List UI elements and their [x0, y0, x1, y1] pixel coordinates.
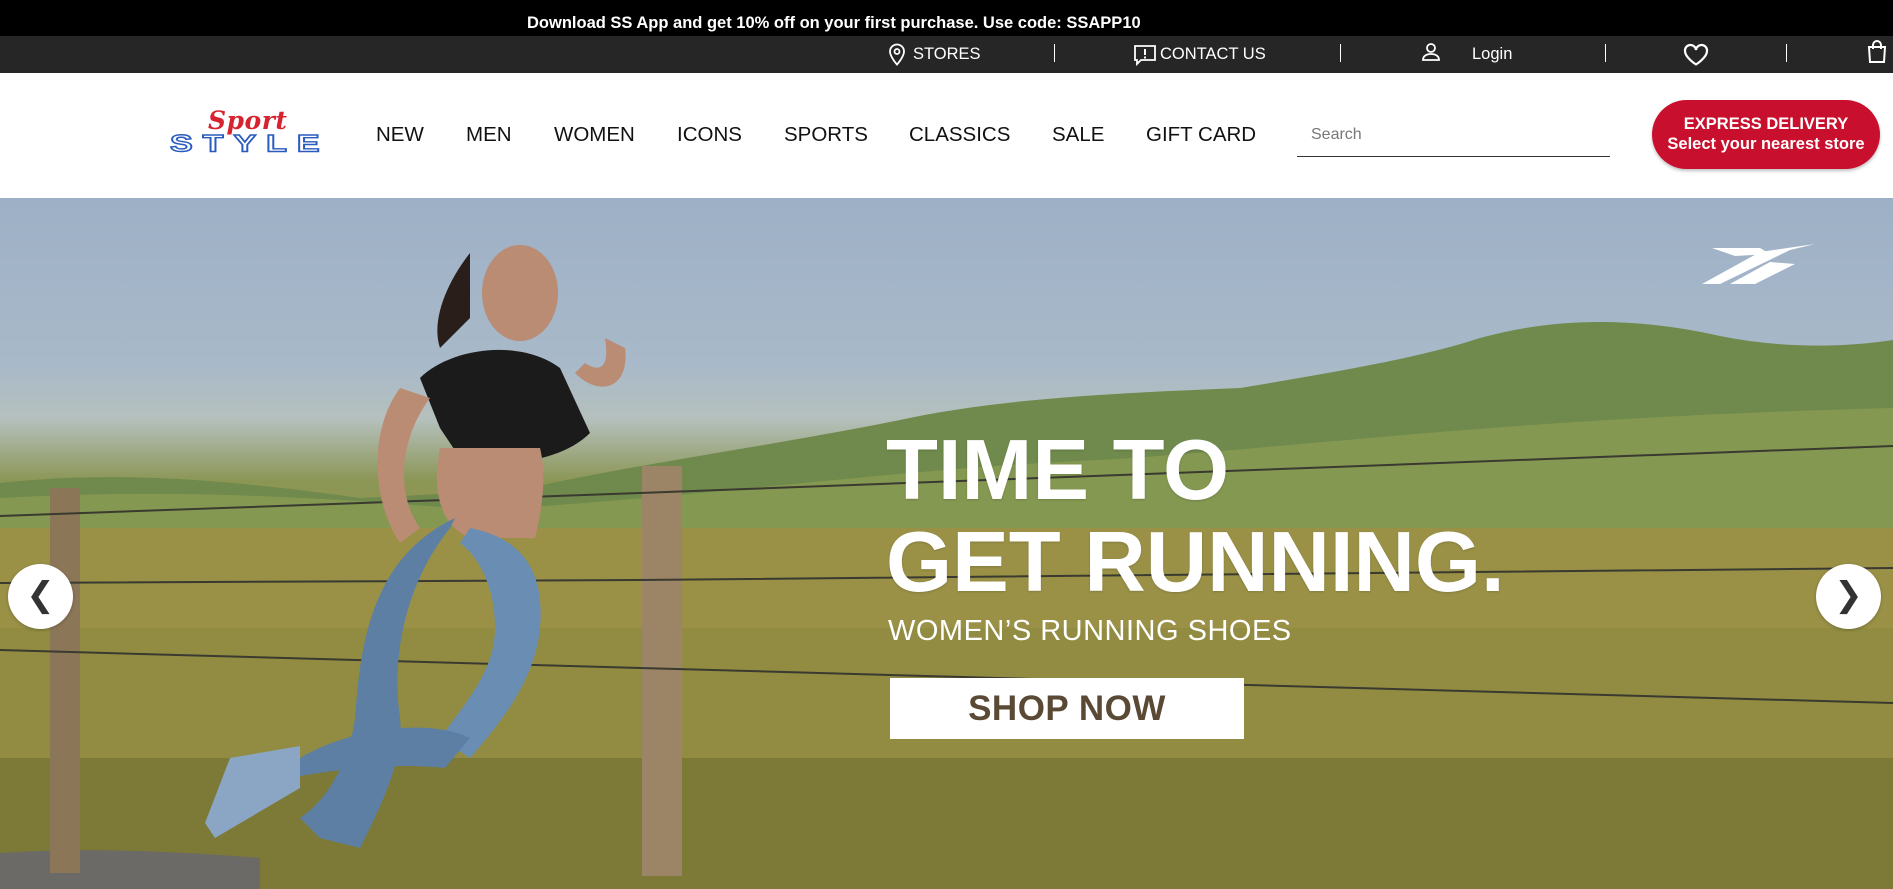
wishlist-button[interactable]: [1683, 36, 1709, 73]
site-logo[interactable]: Sport STYLE: [169, 107, 322, 165]
nav-item-new[interactable]: NEW: [376, 123, 424, 147]
nav-item-sports[interactable]: SPORTS: [784, 123, 868, 147]
contact-label: CONTACT US: [1160, 45, 1266, 63]
hero-title-line-1: TIME TO: [886, 423, 1230, 518]
nav-item-gift-card[interactable]: GIFT CARD: [1146, 123, 1256, 147]
utility-divider: [1786, 44, 1787, 62]
express-subtitle: Select your nearest store: [1667, 135, 1865, 153]
site-header: Sport STYLE NEW MEN WOMEN ICONS SPORTS C…: [0, 73, 1893, 198]
nav-item-icons[interactable]: ICONS: [677, 123, 742, 147]
reebok-logo-icon: [1700, 242, 1815, 287]
hero-title: TIME TO GET RUNNING.: [886, 425, 1505, 609]
stores-link[interactable]: STORES: [887, 36, 981, 73]
express-delivery-button[interactable]: EXPRESS DELIVERY Select your nearest sto…: [1652, 100, 1880, 169]
search-input[interactable]: [1297, 115, 1601, 155]
hero-banner: TIME TO GET RUNNING. WOMEN’S RUNNING SHO…: [0, 198, 1893, 889]
promo-bar: Download SS App and get 10% off on your …: [0, 0, 1893, 36]
express-title: EXPRESS DELIVERY: [1683, 115, 1849, 133]
utility-bar: STORES CONTACT US Login: [0, 36, 1893, 73]
utility-divider: [1605, 44, 1606, 62]
login-link[interactable]: Login: [1420, 36, 1512, 73]
nav-item-women[interactable]: WOMEN: [554, 123, 635, 147]
nav-item-men[interactable]: MEN: [466, 123, 512, 147]
contact-chat-icon: [1133, 43, 1157, 67]
heart-icon: [1683, 43, 1709, 67]
chevron-right-icon: ❯: [1834, 576, 1863, 614]
utility-divider: [1340, 44, 1341, 62]
shop-now-button[interactable]: SHOP NOW: [890, 678, 1244, 739]
nav-item-classics[interactable]: CLASSICS: [909, 123, 1010, 147]
logo-style-text: STYLE: [169, 129, 330, 158]
stores-label: STORES: [913, 45, 981, 63]
location-pin-icon: [887, 43, 907, 67]
login-label: Login: [1472, 45, 1513, 63]
shopping-bag-icon: [1866, 39, 1888, 64]
user-icon: [1420, 41, 1442, 63]
cart-button[interactable]: [1866, 36, 1888, 73]
hero-subtitle: WOMEN’S RUNNING SHOES: [888, 615, 1292, 647]
utility-divider: [1054, 44, 1055, 62]
search-box: [1297, 115, 1610, 157]
carousel-next-button[interactable]: ❯: [1816, 564, 1881, 629]
carousel-prev-button[interactable]: ❮: [8, 564, 73, 629]
chevron-left-icon: ❮: [26, 576, 55, 614]
hero-title-line-2: GET RUNNING.: [886, 515, 1505, 610]
contact-us-link[interactable]: CONTACT US: [1133, 36, 1266, 73]
nav-item-sale[interactable]: SALE: [1052, 123, 1104, 147]
promo-text: Download SS App and get 10% off on your …: [527, 14, 1141, 32]
